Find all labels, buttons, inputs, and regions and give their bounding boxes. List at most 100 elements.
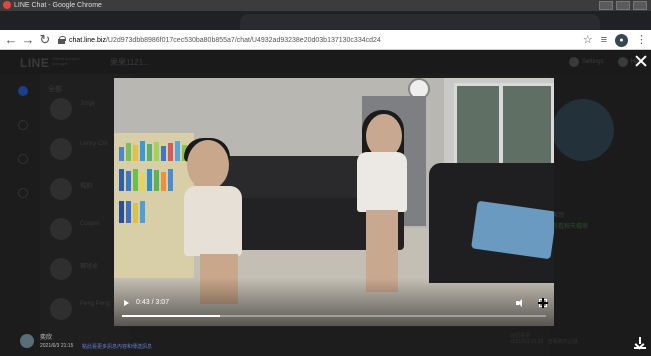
video-controls: 0:43 / 3:07: [114, 296, 554, 326]
avatar: [50, 178, 72, 200]
url-text: chat.line.biz/U2d973dbb8986f017cec530ba8…: [69, 37, 381, 44]
book: [140, 201, 145, 223]
profile-avatar: [552, 99, 614, 161]
download-icon-base: [634, 347, 646, 349]
url-domain: chat.line.biz: [69, 36, 106, 44]
fullscreen-icon[interactable]: [538, 298, 548, 308]
tags-rail-icon[interactable]: [18, 154, 28, 164]
book: [168, 169, 173, 191]
sender-name: 奕欣: [40, 335, 53, 341]
book: [154, 142, 159, 161]
seek-bar[interactable]: [122, 315, 546, 317]
contacts-rail-icon[interactable]: [18, 120, 28, 130]
address-bar-actions: ☆ ≡ ● ⋮: [583, 33, 647, 47]
shelf-row: [117, 137, 191, 161]
book: [126, 143, 131, 161]
close-window-icon[interactable]: [633, 1, 647, 10]
avatar: [50, 218, 72, 240]
back-arrow-icon[interactable]: ←: [3, 32, 19, 48]
book: [168, 143, 173, 161]
chat-preview: ...: [80, 191, 85, 197]
volume-icon[interactable]: [516, 299, 526, 307]
profile-avatar-icon[interactable]: ●: [615, 33, 628, 47]
shelf-row: [117, 167, 191, 191]
chat-preview: ...: [80, 271, 85, 277]
video-player[interactable]: [114, 78, 554, 326]
header-actions: Settings Help: [568, 55, 643, 69]
header-settings-label: Settings: [581, 59, 604, 65]
avatar: [50, 138, 72, 160]
book: [133, 169, 138, 191]
current-time: 0:43: [136, 299, 150, 306]
book: [126, 171, 131, 191]
settings-rail-icon[interactable]: [18, 188, 28, 198]
chat-preview: ...: [80, 311, 85, 317]
chat-name: Jorge: [80, 101, 96, 107]
book: [126, 201, 131, 223]
book: [140, 173, 145, 191]
book: [161, 172, 166, 191]
scene-child-right-body: [357, 152, 407, 212]
chat-name: 瑪莉: [80, 184, 93, 190]
avatar: [50, 258, 72, 280]
chat-name: Cooper: [80, 221, 100, 227]
chat-list-filter[interactable]: 全部: [48, 84, 62, 94]
maximize-icon[interactable]: [616, 1, 630, 10]
line-logo-subtitle: Official Account Manager: [52, 56, 80, 66]
book: [175, 141, 180, 161]
book: [133, 203, 138, 223]
window-controls: [599, 1, 647, 10]
book: [119, 169, 124, 191]
active-tab[interactable]: [240, 14, 600, 30]
scene-child-left-body: [184, 186, 242, 256]
chat-preview: ...: [80, 231, 85, 237]
sent-date: 2021/6/3 21:15: [40, 343, 74, 349]
lock-icon[interactable]: [58, 36, 66, 44]
url-path: /U2d973dbb8986f017cec530ba80b855a7/chat/…: [105, 36, 381, 44]
book: [147, 144, 152, 161]
settings-icon: [568, 57, 579, 67]
forward-arrow-icon[interactable]: →: [20, 32, 36, 48]
url-field[interactable]: chat.line.biz/U2d973dbb8986f017cec530ba8…: [58, 33, 578, 47]
seek-bar-fill: [122, 315, 220, 317]
time-display: 0:43 / 3:07: [136, 299, 170, 306]
book: [119, 201, 124, 223]
scene-bookshelf: [114, 133, 194, 278]
book: [154, 170, 159, 191]
chrome-icon: [3, 1, 11, 9]
scene-child-left-head: [187, 140, 229, 190]
video-frame: [114, 78, 554, 326]
avatar: [50, 98, 72, 120]
close-viewer-icon[interactable]: [634, 54, 648, 68]
minimize-icon[interactable]: [599, 1, 613, 10]
left-rail: [0, 74, 40, 356]
profile-link[interactable]: 查看聊天檔案: [552, 221, 588, 230]
chat-rail-icon[interactable]: [18, 86, 28, 96]
title-strip: LINE Chat - Google Chrome: [0, 0, 651, 11]
window-title: LINE Chat - Google Chrome: [14, 2, 102, 9]
help-icon: [617, 57, 628, 67]
shelf-row: [117, 199, 191, 223]
account-switcher[interactable]: 果果1121...: [110, 57, 150, 68]
avatar: [50, 298, 72, 320]
address-bar: ← → ↻ chat.line.biz/U2d973dbb8986f017cec…: [0, 30, 651, 50]
header-settings[interactable]: Settings: [568, 55, 604, 69]
note-detail: 2021/6/3 21:15 · 查看聊天記錄: [510, 339, 578, 345]
play-icon[interactable]: [124, 300, 129, 306]
media-info-bar: 奕欣 2021/6/3 21:15 點此看更多訊息內容和傳送訊息 註記事項 20…: [0, 326, 651, 356]
book: [119, 147, 124, 161]
chat-name: 賽班卓: [80, 264, 99, 270]
chat-name: Peng Peng: [80, 301, 110, 307]
reload-icon[interactable]: ↻: [37, 32, 53, 48]
sender-avatar: [20, 334, 34, 348]
profile-pane: 果然 查看聊天檔案: [550, 74, 651, 356]
bookmark-star-icon[interactable]: ☆: [583, 33, 593, 47]
book: [147, 169, 152, 191]
browser-title-bar: LINE Chat - Google Chrome: [0, 0, 651, 30]
duration: 3:07: [155, 299, 170, 306]
chrome-menu-icon[interactable]: ⋮: [636, 33, 647, 47]
reading-list-icon[interactable]: ≡: [601, 33, 607, 47]
line-logo: LINE: [20, 56, 50, 70]
more-messages-link[interactable]: 點此看更多訊息內容和傳送訊息: [82, 343, 152, 350]
book: [161, 146, 166, 161]
